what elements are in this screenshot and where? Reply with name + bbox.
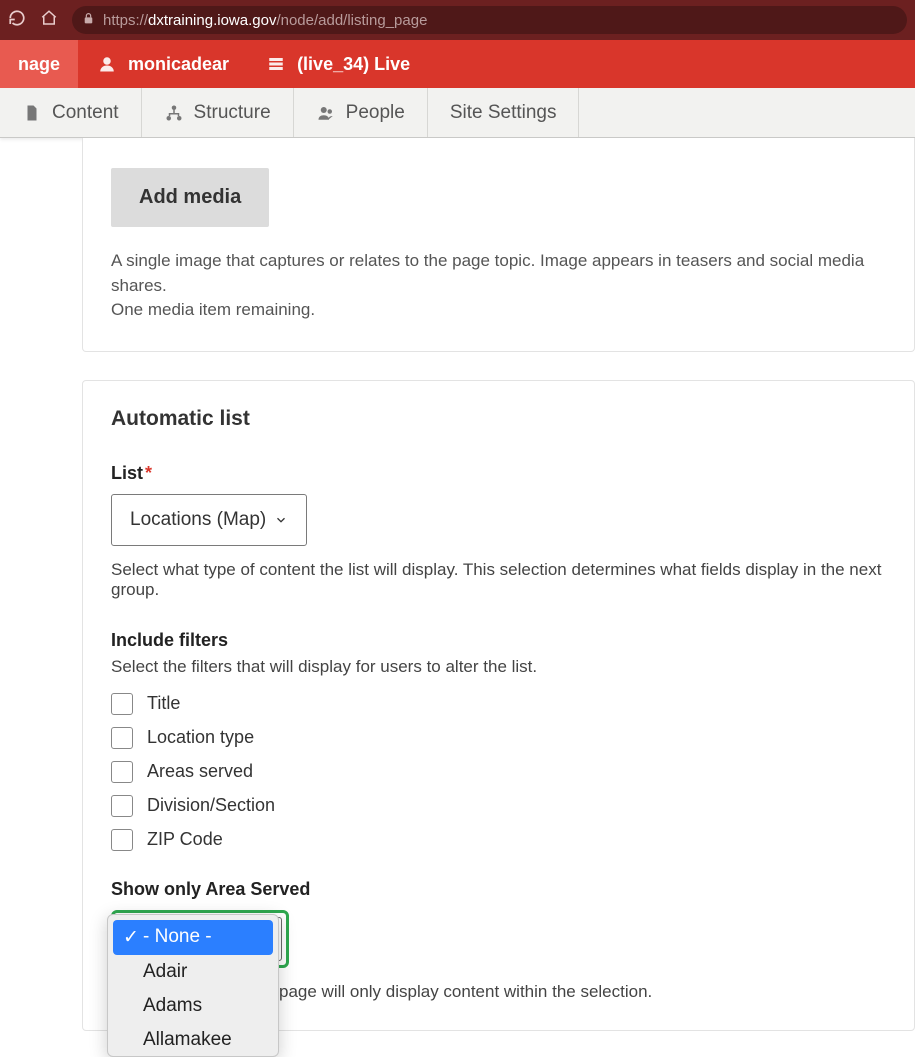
secondary-tabs: Content Structure People Site Settings (0, 88, 915, 138)
add-media-button[interactable]: Add media (111, 168, 269, 227)
url-text: https://dxtraining.iowa.gov/node/add/lis… (103, 12, 427, 29)
page-content: Add media A single image that captures o… (0, 138, 915, 1031)
admin-toolbar: nage monicadear (live_34) Live (0, 40, 915, 88)
filter-label-division: Division/Section (147, 795, 275, 816)
filter-row-division: Division/Section (111, 795, 886, 817)
lock-icon (82, 12, 95, 29)
checkbox-zip[interactable] (111, 829, 133, 851)
tab-people-label: People (346, 102, 405, 124)
checkbox-areas-served[interactable] (111, 761, 133, 783)
option-adair[interactable]: Adair (113, 955, 273, 989)
browser-toolbar: https://dxtraining.iowa.gov/node/add/lis… (0, 0, 915, 40)
tab-content-label: Content (52, 102, 119, 124)
checkbox-title[interactable] (111, 693, 133, 715)
media-panel: Add media A single image that captures o… (82, 138, 915, 352)
manage-label: nage (18, 54, 60, 75)
tab-people[interactable]: People (294, 88, 428, 137)
area-served-help: page will only display content within th… (279, 982, 886, 1002)
option-none[interactable]: ✓ - None - (113, 920, 273, 955)
list-select-value: Locations (Map) (130, 509, 266, 531)
checkbox-location-type[interactable] (111, 727, 133, 749)
list-select-description: Select what type of content the list wil… (111, 560, 886, 600)
automatic-list-panel: Automatic list List* Locations (Map) Sel… (82, 380, 915, 1031)
media-help-text: A single image that captures or relates … (111, 249, 886, 323)
user-name: monicadear (128, 54, 229, 75)
address-bar[interactable]: https://dxtraining.iowa.gov/node/add/lis… (72, 6, 907, 34)
user-menu[interactable]: monicadear (78, 40, 247, 88)
home-icon[interactable] (40, 9, 58, 32)
environment-label: (live_34) Live (297, 54, 410, 75)
tab-settings-label: Site Settings (450, 102, 557, 124)
filter-label-areas-served: Areas served (147, 761, 253, 782)
document-icon (22, 104, 42, 122)
filter-row-title: Title (111, 693, 886, 715)
environment-indicator[interactable]: (live_34) Live (247, 40, 428, 88)
reload-icon[interactable] (8, 9, 26, 32)
area-served-select-wrapper: ✓ - None - Adair Adams Allamakee (111, 910, 886, 968)
list-field-label: List* (111, 463, 886, 484)
tab-site-settings[interactable]: Site Settings (428, 88, 580, 137)
hierarchy-icon (164, 104, 184, 122)
filter-row-areas-served: Areas served (111, 761, 886, 783)
area-served-label: Show only Area Served (111, 879, 886, 900)
tab-structure[interactable]: Structure (142, 88, 294, 137)
filter-label-title: Title (147, 693, 180, 714)
chevron-down-icon (274, 513, 288, 527)
area-served-dropdown: ✓ - None - Adair Adams Allamakee (107, 914, 279, 1057)
manage-tab[interactable]: nage (0, 40, 78, 88)
tab-content[interactable]: Content (0, 88, 142, 137)
server-icon (265, 55, 287, 73)
filter-label-zip: ZIP Code (147, 829, 223, 850)
list-select[interactable]: Locations (Map) (111, 494, 307, 546)
option-adams[interactable]: Adams (113, 989, 273, 1023)
people-icon (316, 104, 336, 122)
filter-label-location-type: Location type (147, 727, 254, 748)
filter-row-location-type: Location type (111, 727, 886, 749)
include-filters-description: Select the filters that will display for… (111, 657, 886, 677)
tab-structure-label: Structure (194, 102, 271, 124)
checkbox-division[interactable] (111, 795, 133, 817)
user-icon (96, 55, 118, 73)
automatic-list-heading: Automatic list (111, 407, 886, 431)
include-filters-heading: Include filters (111, 630, 886, 651)
option-allamakee[interactable]: Allamakee (113, 1023, 273, 1051)
check-icon: ✓ (123, 926, 137, 949)
filter-row-zip: ZIP Code (111, 829, 886, 851)
